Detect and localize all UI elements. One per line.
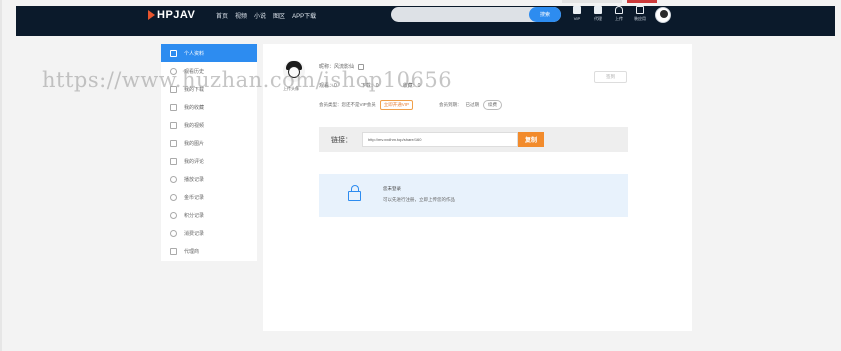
login-notice: 您未登录 可以先进行注册，立即上传您的作品 — [319, 174, 628, 217]
sidebar-item-label: 代理商 — [184, 248, 200, 255]
renew-button[interactable]: 续费 — [483, 100, 503, 110]
star-icon — [170, 103, 177, 111]
nav-item-gallery[interactable]: 图区 — [273, 11, 285, 20]
logo-text: HPJAV — [157, 9, 196, 21]
share-link-box: 链接： http://mv.xxdhm.top/share/160 复制 — [319, 127, 628, 152]
vip-tool[interactable]: VIP — [570, 6, 584, 22]
member-expiry-label: 会员到期： — [439, 102, 462, 107]
upload-tool-label: 上传 — [615, 16, 623, 21]
sidebar-item-agent[interactable]: 代理商 — [161, 242, 257, 260]
sidebar-item-profile[interactable]: 个人资料 — [161, 44, 257, 62]
notice-subtitle: 可以先进行注册，立即上传您的作品 — [383, 197, 455, 202]
search-button[interactable]: 搜索 — [529, 7, 561, 22]
member-type-text: 会员类型：您还不是VIP会员 — [319, 102, 376, 107]
sidebar-item-label: 消费记录 — [184, 230, 205, 237]
sidebar-item-points[interactable]: 积分记录 — [161, 206, 257, 224]
sidebar-item-label: 我的评论 — [184, 158, 205, 165]
video-icon — [170, 121, 177, 129]
sidebar-item-label: 积分记录 — [184, 212, 205, 219]
agent-tool-label: 代理 — [594, 16, 602, 21]
vip-tool-label: VIP — [573, 16, 581, 21]
play-icon — [170, 175, 177, 183]
sidebar-item-label: 我的收藏 — [184, 104, 205, 111]
lock-icon — [348, 185, 361, 201]
sidebar-item-label: 个人资料 — [184, 50, 205, 57]
install-tool-label: 装应用 — [634, 16, 646, 21]
toolbar: VIP 代理 上传 装应用 — [570, 6, 647, 22]
main-nav: 首页 视频 小说 图区 APP下载 — [216, 11, 316, 20]
cloud-upload-icon — [615, 6, 623, 14]
points-icon — [170, 211, 177, 219]
sidebar-item-label: 播放记录 — [184, 176, 205, 183]
comment-icon — [170, 157, 177, 165]
signin-label: 签到 — [606, 74, 615, 79]
signin-button[interactable]: 签到 — [594, 71, 627, 83]
qr-code-icon — [636, 6, 644, 14]
share-link-label: 链接： — [331, 137, 352, 144]
sidebar-item-label: 我的图片 — [184, 140, 205, 147]
open-vip-button[interactable]: 立即开通VIP — [379, 100, 414, 110]
sidebar-item-label: 金币记录 — [184, 194, 205, 201]
sidebar-item-label: 我的视频 — [184, 122, 205, 129]
nav-item-app-download[interactable]: APP下载 — [292, 11, 316, 20]
top-strip-accent — [627, 0, 657, 3]
upload-tool[interactable]: 上传 — [612, 6, 626, 22]
nav-item-home[interactable]: 首页 — [216, 11, 228, 20]
agent-tool[interactable]: 代理 — [591, 6, 605, 22]
site-logo[interactable]: HPJAV — [148, 9, 195, 21]
install-tool[interactable]: 装应用 — [633, 6, 647, 22]
notice-title: 您未登录 — [383, 186, 401, 191]
nav-item-novel[interactable]: 小说 — [254, 11, 266, 20]
user-icon — [170, 49, 177, 57]
header-avatar[interactable] — [655, 7, 671, 23]
member-expiry-value: 已过期 — [465, 102, 480, 107]
sidebar-item-comments[interactable]: 我的评论 — [161, 152, 257, 170]
agent-icon — [594, 6, 602, 14]
coin-icon — [170, 193, 177, 201]
sidebar-item-videos[interactable]: 我的视频 — [161, 116, 257, 134]
watermark: https://www.huzhan.com/ishop10656 — [42, 68, 453, 92]
sidebar-item-coins[interactable]: 金币记录 — [161, 188, 257, 206]
top-strip — [562, 0, 622, 3]
sidebar-item-favorites[interactable]: 我的收藏 — [161, 98, 257, 116]
sidebar-item-images[interactable]: 我的图片 — [161, 134, 257, 152]
sidebar-item-spending[interactable]: 消费记录 — [161, 224, 257, 242]
agent-icon — [170, 247, 177, 255]
image-icon — [170, 139, 177, 147]
search-bar[interactable]: 搜索 — [391, 7, 561, 22]
share-link-field[interactable]: http://mv.xxdhm.top/share/160 — [362, 132, 518, 147]
play-logo-icon — [148, 10, 155, 20]
membership-row: 会员类型：您还不是VIP会员 立即开通VIP 会员到期： 已过期 续费 — [319, 100, 503, 110]
copy-button[interactable]: 复制 — [518, 132, 544, 147]
sidebar-item-play-records[interactable]: 播放记录 — [161, 170, 257, 188]
record-icon — [170, 229, 177, 237]
vip-icon — [573, 6, 581, 14]
nav-item-video[interactable]: 视频 — [235, 11, 247, 20]
